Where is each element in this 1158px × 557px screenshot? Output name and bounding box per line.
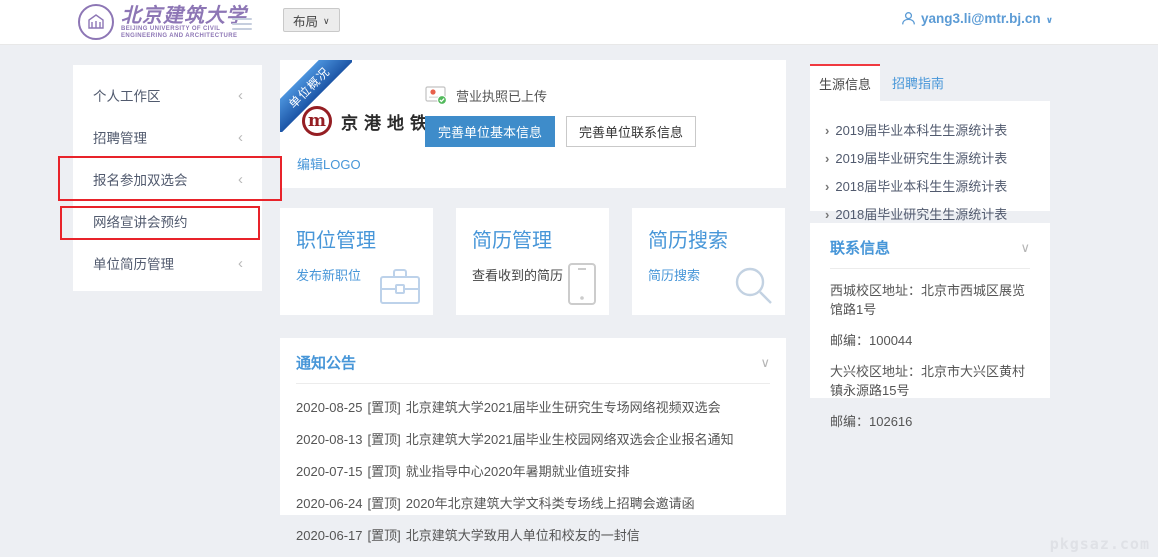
pinned-tag: [置顶] xyxy=(368,432,401,447)
university-english-name-line2: ENGINEERING AND ARCHITECTURE xyxy=(121,33,247,40)
postal-code: 邮编：100044 xyxy=(830,331,1030,350)
student-source-report-link[interactable]: 2018届毕业研究生生源统计表 xyxy=(825,204,1050,223)
sidebar-menu: 个人工作区 招聘管理 报名参加双选会 网络宣讲会预约 单位简历管理 xyxy=(73,65,262,291)
notice-text: 北京建筑大学2021届毕业生校园网络双选会企业报名通知 xyxy=(406,432,734,447)
notice-item[interactable]: 2020-08-13 [置顶] 北京建筑大学2021届毕业生校园网络双选会企业报名通… xyxy=(296,429,770,448)
university-emblem-icon xyxy=(78,4,114,40)
sidebar-item-label: 个人工作区 xyxy=(93,85,161,105)
resume-search-card[interactable]: 简历搜索 简历搜索 xyxy=(632,208,785,315)
job-management-card[interactable]: 职位管理 发布新职位 xyxy=(280,208,433,315)
chevron-left-icon xyxy=(238,129,243,146)
card-title[interactable]: 简历管理 xyxy=(472,224,609,253)
user-account-menu[interactable]: yang3.li@mtr.bj.cn xyxy=(901,11,1053,26)
sidebar-item-label: 单位简历管理 xyxy=(93,253,174,273)
sidebar-item-personal-workspace[interactable]: 个人工作区 xyxy=(73,74,262,116)
user-icon xyxy=(901,11,916,26)
tab-student-source-info[interactable]: 生源信息 xyxy=(810,64,880,101)
card-title[interactable]: 职位管理 xyxy=(296,224,433,253)
chevron-down-icon xyxy=(323,13,330,27)
layout-dropdown-button[interactable]: 布局 xyxy=(283,8,340,32)
edit-logo-link[interactable]: 编辑LOGO xyxy=(297,154,361,173)
briefcase-icon xyxy=(377,265,423,307)
resume-management-card[interactable]: 简历管理 查看收到的简历 xyxy=(456,208,609,315)
sidebar-item-label: 报名参加双选会 xyxy=(93,169,188,189)
notice-date: 2020-06-17 xyxy=(296,528,363,543)
notice-date: 2020-08-13 xyxy=(296,432,363,447)
sidebar-item-label: 招聘管理 xyxy=(93,127,147,147)
sidebar-item-recruitment-management[interactable]: 招聘管理 xyxy=(73,116,262,158)
tab-label: 生源信息 xyxy=(819,74,871,93)
report-label: 2018届毕业本科生生源统计表 xyxy=(835,179,1007,194)
menu-toggle-icon[interactable] xyxy=(232,15,252,33)
complete-basic-info-button[interactable]: 完善单位基本信息 xyxy=(425,116,555,147)
sidebar-item-resume-management[interactable]: 单位简历管理 xyxy=(73,242,262,284)
notice-item[interactable]: 2020-06-17 [置顶] 北京建筑大学致用人单位和校友的一封信 xyxy=(296,525,770,544)
report-label: 2018届毕业研究生生源统计表 xyxy=(835,207,1007,222)
notice-date: 2020-06-24 xyxy=(296,496,363,511)
sidebar-item-label: 网络宣讲会预约 xyxy=(93,211,188,231)
student-source-panel: 2019届毕业本科生生源统计表 2019届毕业研究生生源统计表 2018届毕业本… xyxy=(810,101,1050,211)
collapse-chevron-icon[interactable] xyxy=(1020,240,1030,255)
search-icon xyxy=(731,263,775,307)
notices-title: 通知公告 xyxy=(296,352,356,373)
student-source-report-link[interactable]: 2018届毕业本科生生源统计表 xyxy=(825,176,1050,195)
phone-icon xyxy=(565,261,599,307)
chevron-left-icon xyxy=(238,171,243,188)
company-name: 京港地铁 xyxy=(341,109,433,134)
report-label: 2019届毕业本科生生源统计表 xyxy=(835,123,1007,138)
mtr-logo-icon: m xyxy=(302,106,332,136)
notice-item[interactable]: 2020-06-24 [置顶] 2020年北京建筑大学文科类专场线上招聘会邀请函 xyxy=(296,493,770,512)
university-english-name-line1: BEIJING UNIVERSITY OF CIVIL xyxy=(121,26,247,33)
tab-label: 招聘指南 xyxy=(892,73,944,92)
chevron-left-icon xyxy=(238,255,243,272)
campus-address: 大兴校区地址：北京市大兴区黄村镇永源路15号 xyxy=(830,362,1030,400)
collapse-chevron-icon[interactable] xyxy=(760,355,770,370)
pinned-tag: [置顶] xyxy=(368,464,401,479)
university-logo: 北京建筑大学 BEIJING UNIVERSITY OF CIVIL ENGIN… xyxy=(78,4,247,40)
sidebar-item-job-fair-registration[interactable]: 报名参加双选会 xyxy=(73,158,262,200)
university-name: 北京建筑大学 xyxy=(121,4,247,26)
notice-text: 就业指导中心2020年暑期就业值班安排 xyxy=(406,464,630,479)
chevron-left-icon xyxy=(238,87,243,104)
student-source-report-link[interactable]: 2019届毕业本科生生源统计表 xyxy=(825,120,1050,139)
business-license-icon xyxy=(425,86,448,105)
pinned-tag: [置顶] xyxy=(368,496,401,511)
notice-text: 2020年北京建筑大学文科类专场线上招聘会邀请函 xyxy=(406,496,695,511)
pinned-tag: [置顶] xyxy=(368,528,401,543)
user-email: yang3.li@mtr.bj.cn xyxy=(921,11,1041,26)
layout-button-label: 布局 xyxy=(293,11,318,30)
license-status-row: 营业执照已上传 xyxy=(425,86,547,105)
contact-info-panel: 联系信息 西城校区地址：北京市西城区展览馆路1号 邮编：100044 大兴校区地… xyxy=(810,223,1050,398)
pinned-tag: [置顶] xyxy=(368,400,401,415)
app-header: 北京建筑大学 BEIJING UNIVERSITY OF CIVIL ENGIN… xyxy=(0,0,1158,45)
student-source-report-link[interactable]: 2019届毕业研究生生源统计表 xyxy=(825,148,1050,167)
notice-item[interactable]: 2020-07-15 [置顶] 就业指导中心2020年暑期就业值班安排 xyxy=(296,461,770,480)
report-label: 2019届毕业研究生生源统计表 xyxy=(835,151,1007,166)
notices-panel: 通知公告 2020-08-25 [置顶] 北京建筑大学2021届毕业生研究生专场网络… xyxy=(280,338,786,515)
postal-code: 邮编：102616 xyxy=(830,412,1030,431)
notice-item[interactable]: 2020-08-25 [置顶] 北京建筑大学2021届毕业生研究生专场网络视频双选会 xyxy=(296,397,770,416)
chevron-down-icon xyxy=(1046,11,1053,26)
notice-text: 北京建筑大学2021届毕业生研究生专场网络视频双选会 xyxy=(406,400,721,415)
sidebar-item-online-presentation-booking[interactable]: 网络宣讲会预约 xyxy=(73,200,262,242)
watermark: pkgsaz.com xyxy=(1050,535,1150,553)
complete-contact-info-button[interactable]: 完善单位联系信息 xyxy=(566,116,696,147)
campus-address: 西城校区地址：北京市西城区展览馆路1号 xyxy=(830,281,1030,319)
card-title[interactable]: 简历搜索 xyxy=(648,224,785,253)
notice-date: 2020-07-15 xyxy=(296,464,363,479)
tab-recruitment-guide[interactable]: 招聘指南 xyxy=(880,64,956,101)
license-status-text: 营业执照已上传 xyxy=(456,86,547,105)
company-logo: m 京港地铁 xyxy=(302,106,433,136)
company-overview-card: 单位概况 m 京港地铁 营业执照已上传 完善单位基本信息 完善单位联系信息 编辑… xyxy=(280,60,786,188)
notice-text: 北京建筑大学致用人单位和校友的一封信 xyxy=(406,528,640,543)
notice-date: 2020-08-25 xyxy=(296,400,363,415)
contact-title: 联系信息 xyxy=(830,237,890,258)
